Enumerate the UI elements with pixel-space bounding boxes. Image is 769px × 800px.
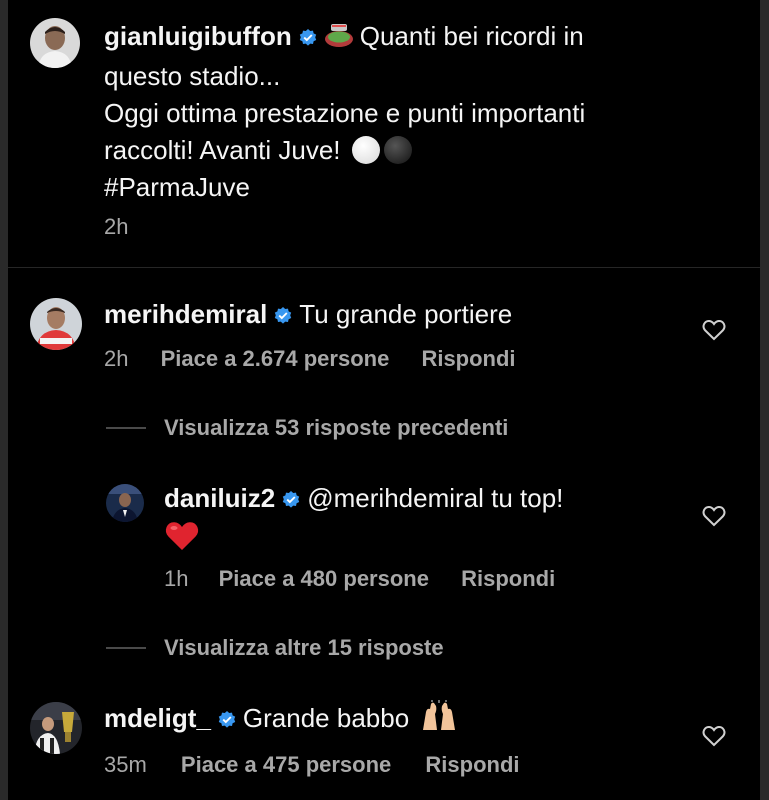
heart-outline-icon[interactable] xyxy=(702,319,726,346)
comment-text-daniluiz2: daniluiz2 @merihdemiral tu top! xyxy=(164,480,684,562)
comment-body: Grande babbo xyxy=(242,703,410,733)
caption-line-1: Quanti bei ricordi in xyxy=(359,21,584,51)
verified-badge-icon xyxy=(298,21,318,58)
comment-time: 35m xyxy=(104,752,147,777)
comment-text-mdeligt: mdeligt_ Grande babbo xyxy=(104,700,458,742)
comment-likes[interactable]: Piace a 2.674 persone xyxy=(161,346,390,371)
comment-username[interactable]: daniluiz2 xyxy=(164,483,275,513)
comment-body: Tu grande portiere xyxy=(299,299,513,329)
comment-text-merihdemiral: merihdemiral Tu grande portiere xyxy=(104,296,512,336)
caption-username[interactable]: gianluigibuffon xyxy=(104,21,292,51)
right-edge xyxy=(760,0,769,800)
view-more-replies-button[interactable]: Visualizza altre 15 risposte xyxy=(164,635,444,661)
caption-line-4: raccolti! Avanti Juve! xyxy=(104,135,341,165)
hashtag-link[interactable]: #ParmaJuve xyxy=(104,172,250,202)
black-circle-emoji xyxy=(383,136,412,164)
replies-line xyxy=(106,427,146,429)
caption-divider xyxy=(8,267,760,268)
comment-avatar-merihdemiral[interactable] xyxy=(30,298,82,350)
comment-time: 2h xyxy=(104,346,129,371)
stadium-emoji xyxy=(324,21,354,58)
white-circle-emoji xyxy=(351,136,380,164)
raised-hands-emoji xyxy=(420,700,458,742)
caption-line-2: questo stadio... xyxy=(104,61,281,91)
comment-body: @merihdemiral tu top! xyxy=(307,483,564,513)
caption-line-3: Oggi ottima prestazione e punti importan… xyxy=(104,98,586,128)
comment-time: 1h xyxy=(164,566,189,591)
reply-button[interactable]: Rispondi xyxy=(425,752,519,777)
reply-button[interactable]: Rispondi xyxy=(461,566,555,591)
caption-text: gianluigibuffon Quanti bei ricordi in que… xyxy=(104,18,714,206)
heart-outline-icon[interactable] xyxy=(702,505,726,532)
comment-avatar-mdeligt[interactable] xyxy=(30,702,82,754)
verified-badge-icon xyxy=(281,483,301,520)
caption-time: 2h xyxy=(104,214,129,239)
comment-meta-mdeligt: 35m Piace a 475 persone Rispondi xyxy=(104,752,520,778)
verified-badge-icon xyxy=(273,299,293,336)
left-edge xyxy=(0,0,8,800)
comment-likes[interactable]: Piace a 475 persone xyxy=(181,752,391,777)
comment-username[interactable]: mdeligt_ xyxy=(104,703,211,733)
comment-meta-merihdemiral: 2h Piace a 2.674 persone Rispondi xyxy=(104,346,516,372)
caption-avatar[interactable] xyxy=(30,18,80,68)
comment-meta-daniluiz2: 1h Piace a 480 persone Rispondi xyxy=(164,566,555,592)
comment-username[interactable]: merihdemiral xyxy=(104,299,267,329)
reply-button[interactable]: Rispondi xyxy=(421,346,515,371)
comment-avatar-daniluiz2[interactable] xyxy=(106,484,144,522)
view-previous-replies-button[interactable]: Visualizza 53 risposte precedenti xyxy=(164,415,508,441)
heart-outline-icon[interactable] xyxy=(702,725,726,752)
verified-badge-icon xyxy=(217,703,237,740)
comment-likes[interactable]: Piace a 480 persone xyxy=(219,566,429,591)
replies-line xyxy=(106,647,146,649)
red-heart-emoji xyxy=(164,520,200,562)
